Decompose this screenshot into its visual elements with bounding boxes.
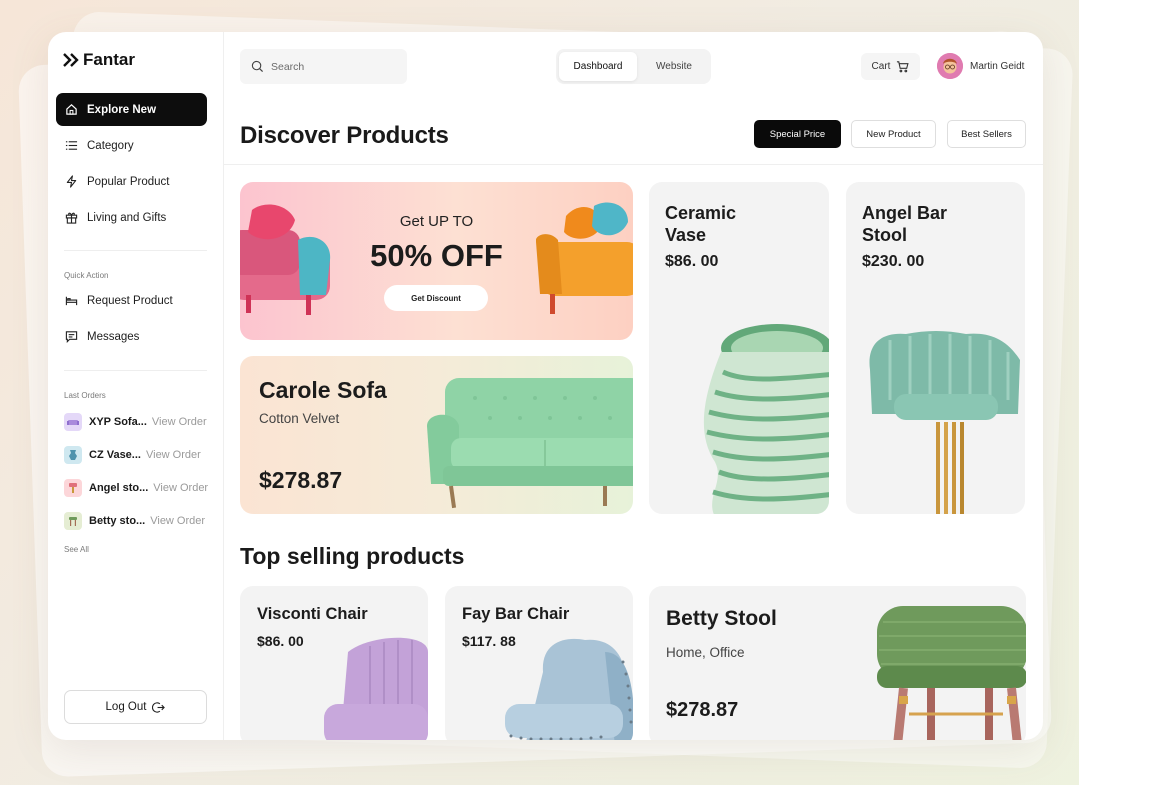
product-name: Angel Bar Stool xyxy=(862,203,948,245)
cart-label: Cart xyxy=(871,61,891,72)
cart-button[interactable]: Cart xyxy=(861,53,920,80)
featured-product-card[interactable]: Carole Sofa Cotton Velvet $278.87 xyxy=(240,356,633,514)
brand-name: Fantar xyxy=(83,50,135,69)
search-placeholder: Search xyxy=(271,60,305,73)
message-icon xyxy=(65,331,78,343)
sofa-thumbnail-icon xyxy=(64,413,82,431)
nav-popular-product[interactable]: Popular Product xyxy=(56,165,207,198)
nav-label: Request Product xyxy=(87,294,173,307)
brand-logo[interactable]: Fantar xyxy=(63,50,135,70)
avatar xyxy=(937,53,963,79)
product-card-wide[interactable]: Betty Stool Home, Office $278.87 xyxy=(649,586,1026,740)
product-name: Ceramic Vase xyxy=(665,203,737,245)
bed-icon xyxy=(65,296,78,306)
view-order-link[interactable]: View Order xyxy=(150,515,205,527)
nav-explore-new[interactable]: Explore New xyxy=(56,93,207,126)
stool-thumbnail-icon xyxy=(64,512,82,530)
filter-special-price[interactable]: Special Price xyxy=(754,120,841,148)
orange-armchair-image xyxy=(536,202,633,314)
view-order-link[interactable]: View Order xyxy=(152,416,207,428)
product-name: Fay Bar Chair xyxy=(462,605,570,623)
tab-dashboard[interactable]: Dashboard xyxy=(559,52,637,81)
order-item[interactable]: XYP Sofa... View Order xyxy=(64,413,207,431)
lightning-icon xyxy=(66,175,77,188)
view-switcher: Dashboard Website xyxy=(556,49,711,84)
vase-thumbnail-icon xyxy=(64,446,82,464)
nav-label: Popular Product xyxy=(87,175,170,188)
product-name: Visconti Chair xyxy=(257,605,368,623)
order-item[interactable]: CZ Vase... View Order xyxy=(64,446,201,464)
product-material: Cotton Velvet xyxy=(259,411,340,426)
list-icon xyxy=(65,141,78,150)
home-icon xyxy=(66,104,77,115)
product-price: $278.87 xyxy=(666,699,739,721)
nav-category[interactable]: Category xyxy=(56,129,207,162)
user-name: Martin Geidt xyxy=(970,60,1025,72)
lilac-chair-image xyxy=(324,637,428,740)
double-chevron-logo-icon xyxy=(63,53,79,67)
green-sofa-image xyxy=(427,378,633,509)
product-price: $86. 00 xyxy=(257,633,304,649)
page-margin xyxy=(1079,0,1152,785)
cart-icon xyxy=(897,61,910,73)
product-price: $278.87 xyxy=(259,467,343,493)
gift-icon xyxy=(65,212,78,224)
ceramic-vase-image xyxy=(703,324,829,514)
order-name: Angel sto... xyxy=(89,482,149,494)
filter-best-sellers[interactable]: Best Sellers xyxy=(947,120,1026,148)
search-icon xyxy=(251,60,264,73)
nav-label: Living and Gifts xyxy=(87,211,167,224)
product-price: $230. 00 xyxy=(862,253,925,270)
last-orders-heading: Last Orders xyxy=(64,391,106,400)
tab-website[interactable]: Website xyxy=(640,52,708,81)
blue-chair-image xyxy=(505,638,633,740)
divider xyxy=(64,250,207,251)
product-card[interactable]: Ceramic Vase $86. 00 xyxy=(649,182,829,514)
order-name: Betty sto... xyxy=(89,515,146,527)
product-card[interactable]: Fay Bar Chair $117. 88 xyxy=(445,586,633,740)
nav-label: Messages xyxy=(87,330,140,343)
order-name: CZ Vase... xyxy=(89,449,141,461)
product-name: Betty Stool xyxy=(666,607,777,630)
section-title: Top selling products xyxy=(240,543,465,569)
product-card[interactable]: Visconti Chair $86. 00 xyxy=(240,586,428,740)
search-input[interactable]: Search xyxy=(240,49,407,84)
nav-label: Explore New xyxy=(87,103,157,116)
user-menu[interactable]: Martin Geidt xyxy=(937,53,1024,79)
logout-icon xyxy=(152,701,166,713)
product-price: $86. 00 xyxy=(665,253,719,270)
promo-banner[interactable]: Get UP TO 50% OFF Get Discount xyxy=(240,182,633,340)
page-title: Discover Products xyxy=(240,122,449,149)
order-name: XYP Sofa... xyxy=(89,416,147,428)
see-all-link[interactable]: See All xyxy=(64,545,89,554)
logout-button[interactable]: Log Out xyxy=(64,690,207,724)
product-category: Home, Office xyxy=(666,645,745,660)
view-order-link[interactable]: View Order xyxy=(153,482,208,494)
stool-thumbnail-icon xyxy=(64,479,82,497)
order-item[interactable]: Angel sto... View Order xyxy=(64,479,208,497)
logout-label: Log Out xyxy=(105,701,147,713)
app-window: Fantar Explore New Category Popular Prod… xyxy=(48,32,1043,740)
divider xyxy=(224,164,1043,165)
main-content: Search Dashboard Website Cart Martin Gei… xyxy=(224,32,1043,740)
bar-stool-image xyxy=(869,331,1020,514)
nav-request-product[interactable]: Request Product xyxy=(56,284,207,317)
view-order-link[interactable]: View Order xyxy=(146,449,201,461)
divider xyxy=(64,370,207,371)
sidebar: Fantar Explore New Category Popular Prod… xyxy=(48,32,224,740)
product-name: Carole Sofa xyxy=(259,377,387,403)
woven-stool-image xyxy=(877,606,1026,740)
order-item[interactable]: Betty sto... View Order xyxy=(64,512,205,530)
filter-new-product[interactable]: New Product xyxy=(851,120,936,148)
nav-living-and-gifts[interactable]: Living and Gifts xyxy=(56,201,207,234)
nav-messages[interactable]: Messages xyxy=(56,320,207,353)
nav-label: Category xyxy=(87,139,134,152)
product-card[interactable]: Angel Bar Stool $230. 00 xyxy=(846,182,1025,514)
get-discount-button[interactable]: Get Discount xyxy=(384,285,488,311)
quick-action-heading: Quick Action xyxy=(64,271,109,280)
